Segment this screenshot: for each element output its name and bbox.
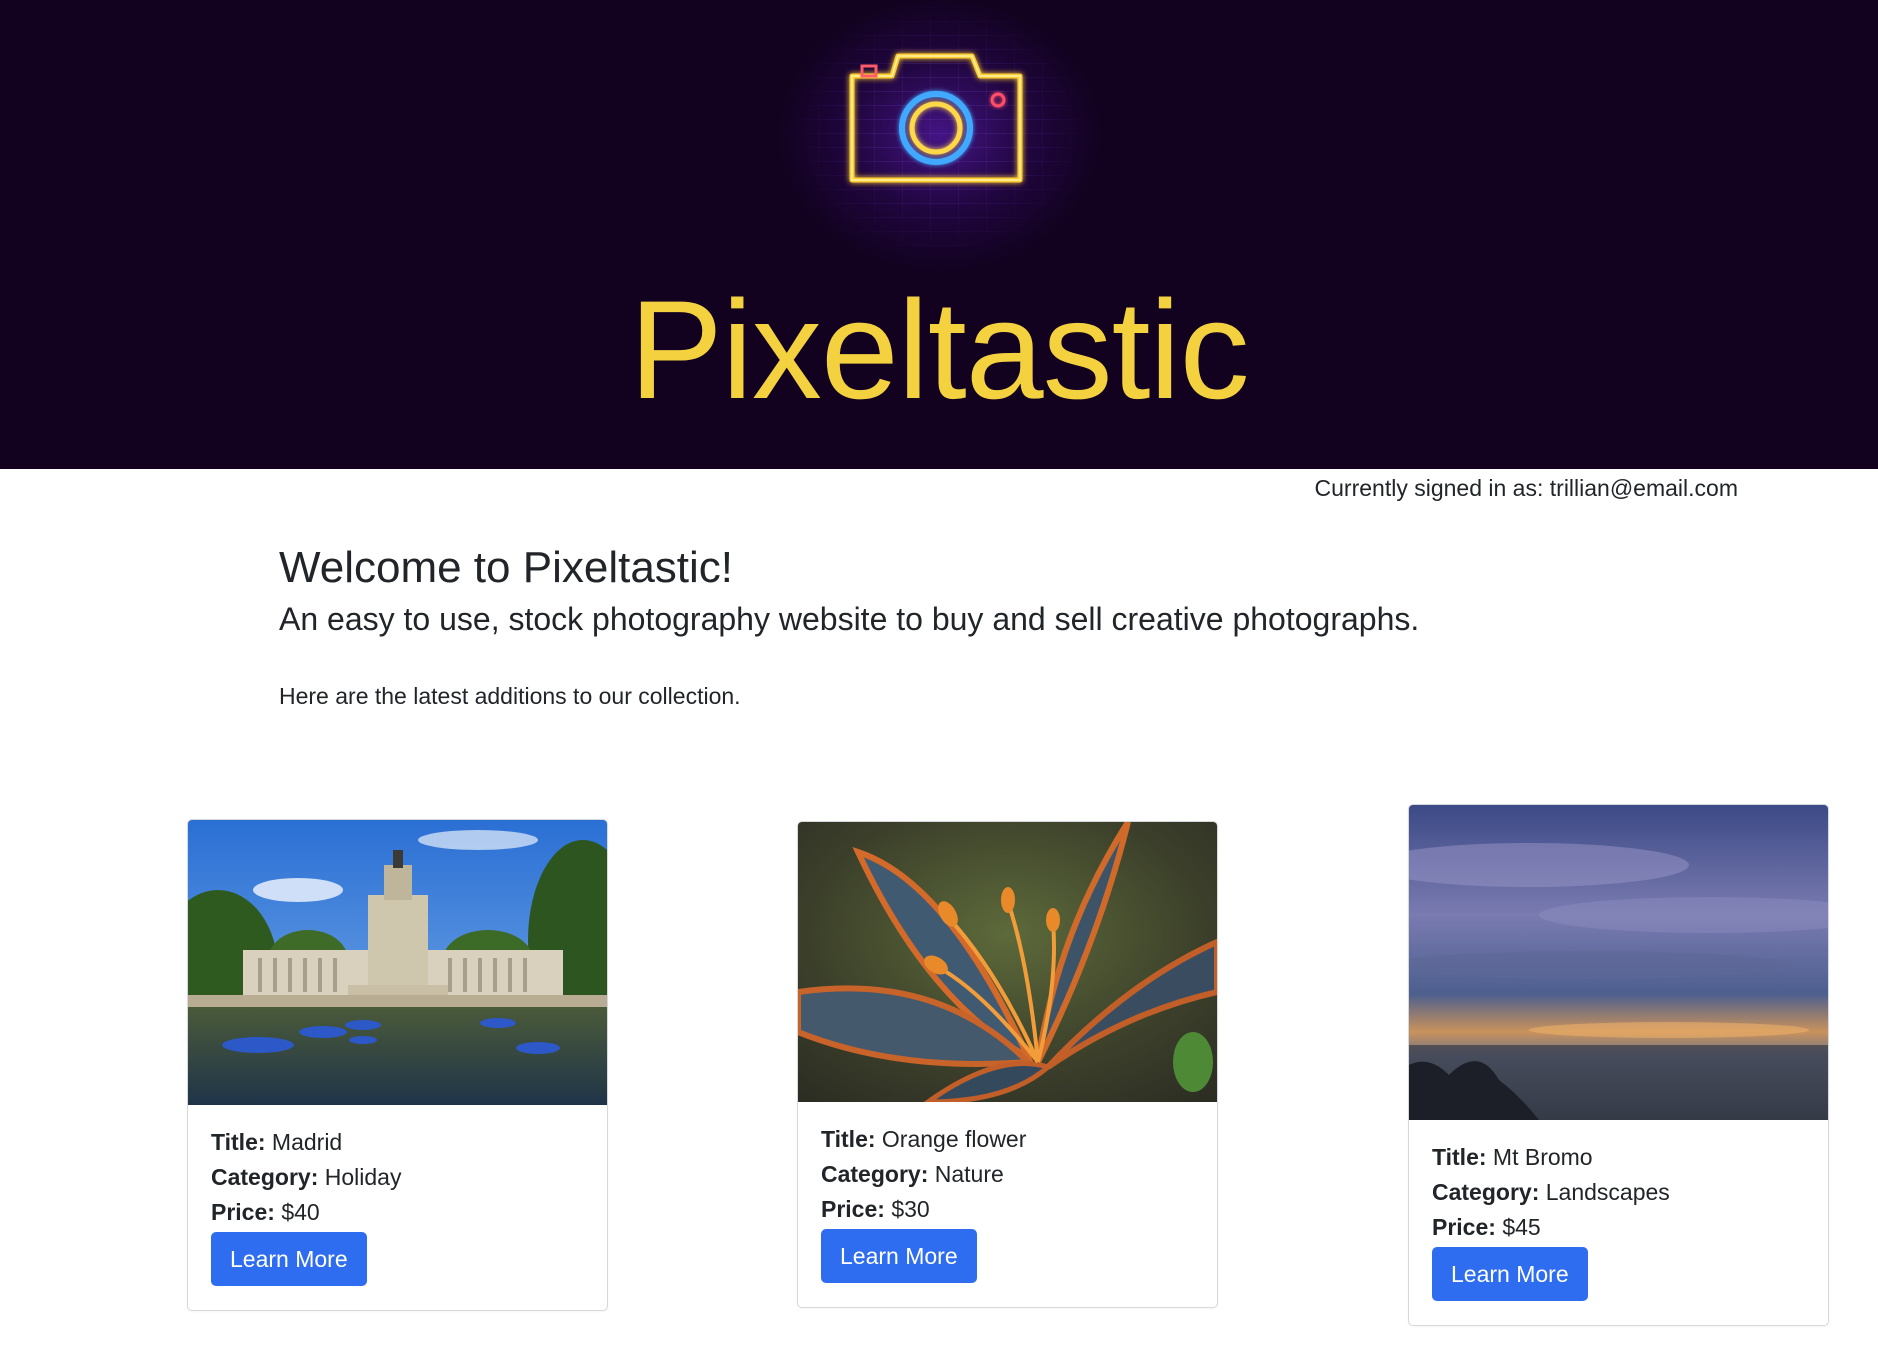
price-label: Price: xyxy=(211,1199,275,1225)
card-body: Title: Orange flower Category: Nature Pr… xyxy=(798,1102,1217,1307)
latest-additions-text: Here are the latest additions to our col… xyxy=(279,683,741,709)
category-label: Category: xyxy=(211,1164,319,1190)
card-title-line: Title: Orange flower xyxy=(821,1122,1194,1157)
card-body: Title: Mt Bromo Category: Landscapes Pri… xyxy=(1409,1120,1828,1325)
learn-more-button[interactable]: Learn More xyxy=(211,1232,367,1286)
card-title-line: Title: Madrid xyxy=(211,1125,584,1160)
category-label: Category: xyxy=(821,1161,929,1187)
photo-category: Nature xyxy=(934,1161,1004,1187)
photo-title: Mt Bromo xyxy=(1492,1144,1593,1170)
category-label: Category: xyxy=(1432,1179,1540,1205)
photo-price: $40 xyxy=(281,1199,320,1225)
signed-in-status: Currently signed in as: trillian@email.c… xyxy=(1315,472,1738,504)
photo-title: Madrid xyxy=(271,1129,343,1155)
signed-in-label: Currently signed in as: xyxy=(1314,475,1544,501)
learn-more-button[interactable]: Learn More xyxy=(821,1229,977,1283)
card-category-line: Category: Landscapes xyxy=(1432,1175,1805,1210)
title-label: Title: xyxy=(821,1126,876,1152)
madrid-park-monument-lake-photo xyxy=(188,820,607,1105)
price-label: Price: xyxy=(1432,1214,1496,1240)
welcome-heading: Welcome to Pixeltastic! xyxy=(279,543,734,592)
photo-card: Title: Mt Bromo Category: Landscapes Pri… xyxy=(1408,804,1829,1326)
photo-category: Landscapes xyxy=(1545,1179,1670,1205)
card-category-line: Category: Nature xyxy=(821,1157,1194,1192)
card-price-line: Price: $30 xyxy=(821,1192,1194,1227)
brand-title: Pixeltastic xyxy=(629,271,1249,428)
learn-more-button[interactable]: Learn More xyxy=(1432,1247,1588,1301)
card-body: Title: Madrid Category: Holiday Price: $… xyxy=(188,1105,607,1310)
orange-lily-flower-photo xyxy=(798,822,1217,1102)
mt-bromo-sunrise-clouds-photo xyxy=(1409,805,1828,1120)
photo-title: Orange flower xyxy=(881,1126,1027,1152)
photo-category: Holiday xyxy=(324,1164,402,1190)
title-label: Title: xyxy=(1432,1144,1487,1170)
photo-card: Title: Orange flower Category: Nature Pr… xyxy=(797,821,1218,1308)
title-label: Title: xyxy=(211,1129,266,1155)
site-header: Pixeltastic xyxy=(0,0,1878,469)
user-email: trillian@email.com xyxy=(1549,475,1738,501)
card-price-line: Price: $40 xyxy=(211,1195,584,1230)
price-label: Price: xyxy=(821,1196,885,1222)
card-price-line: Price: $45 xyxy=(1432,1210,1805,1245)
photo-card: Title: Madrid Category: Holiday Price: $… xyxy=(187,819,608,1311)
neon-camera-icon xyxy=(849,53,1023,183)
card-title-line: Title: Mt Bromo xyxy=(1432,1140,1805,1175)
intro-section: Welcome to Pixeltastic! An easy to use, … xyxy=(279,540,1679,712)
photo-price: $45 xyxy=(1502,1214,1541,1240)
tagline: An easy to use, stock photography websit… xyxy=(279,601,1420,637)
photo-price: $30 xyxy=(891,1196,930,1222)
card-category-line: Category: Holiday xyxy=(211,1160,584,1195)
